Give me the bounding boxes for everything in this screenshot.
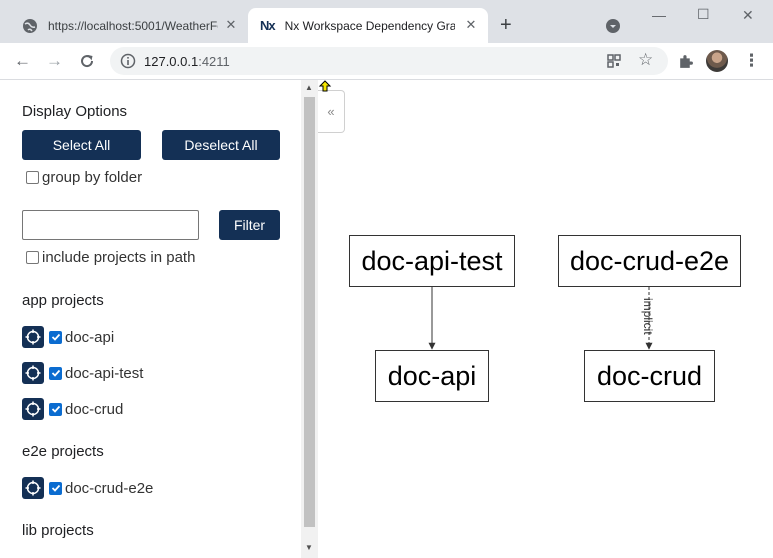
- project-checkbox[interactable]: [49, 330, 62, 344]
- group-by-folder-checkbox[interactable]: [26, 171, 39, 184]
- focus-project-icon[interactable]: [22, 362, 44, 384]
- scroll-up-icon[interactable]: ▲: [305, 83, 313, 92]
- filter-button[interactable]: Filter: [219, 210, 280, 240]
- project-checkbox[interactable]: [49, 366, 62, 380]
- url-port: :4211: [198, 54, 230, 69]
- site-info-icon[interactable]: [120, 53, 136, 69]
- node-doc-api[interactable]: doc-api: [375, 350, 489, 402]
- avatar[interactable]: [706, 50, 728, 72]
- project-label: doc-api: [65, 328, 115, 346]
- focus-project-icon[interactable]: [22, 398, 44, 420]
- include-path-checkbox[interactable]: [26, 251, 39, 264]
- back-icon[interactable]: ←: [14, 51, 31, 71]
- lib-projects-heading: lib projects: [22, 522, 94, 539]
- project-row: doc-api: [22, 326, 114, 348]
- mouse-cursor-icon: [318, 80, 332, 92]
- graph-edges: [428, 287, 653, 350]
- browser-toolbar: ← → 127.0.0.1:4211 ☆ ⋮: [0, 43, 773, 80]
- browser-window: https://localhost:5001/WeatherFo ✕ Nx Nx…: [0, 0, 773, 558]
- extensions-icon[interactable]: [677, 53, 694, 70]
- filter-input[interactable]: [22, 210, 199, 240]
- focus-project-icon[interactable]: [22, 326, 44, 348]
- bookmark-star-icon[interactable]: ☆: [638, 50, 654, 69]
- project-label: doc-api-test: [65, 364, 144, 382]
- project-row: doc-crud: [22, 398, 123, 420]
- url-host: 127.0.0.1: [144, 54, 199, 69]
- project-checkbox[interactable]: [49, 402, 62, 416]
- project-row: doc-api-test: [22, 362, 143, 384]
- close-tab-icon[interactable]: ✕: [464, 18, 478, 32]
- node-doc-crud-e2e[interactable]: doc-crud-e2e: [558, 235, 741, 287]
- project-checkbox[interactable]: [49, 481, 62, 495]
- tab-title: https://localhost:5001/WeatherFo: [48, 18, 218, 33]
- tab-search-icon[interactable]: [605, 18, 621, 34]
- reload-icon[interactable]: [79, 53, 95, 69]
- tab-nx-graph[interactable]: Nx Nx Workspace Dependency Grap ✕: [248, 8, 488, 43]
- display-options-title: Display Options: [22, 103, 128, 120]
- new-tab-icon[interactable]: +: [500, 15, 512, 35]
- project-label: doc-crud: [65, 400, 124, 418]
- project-label: doc-crud-e2e: [65, 479, 154, 497]
- address-bar[interactable]: 127.0.0.1:4211 ☆: [110, 47, 668, 75]
- maximize-icon[interactable]: ☐: [697, 6, 710, 23]
- url-text[interactable]: 127.0.0.1:4211: [144, 54, 230, 69]
- group-by-folder-label: group by folder: [42, 169, 143, 186]
- window-close-icon[interactable]: ✕: [742, 7, 754, 24]
- select-all-button[interactable]: Select All: [22, 130, 141, 160]
- node-doc-crud[interactable]: doc-crud: [584, 350, 715, 402]
- scroll-thumb[interactable]: [304, 97, 315, 527]
- e2e-projects-heading: e2e projects: [22, 443, 104, 460]
- sidebar: Display Options Select All Deselect All …: [0, 80, 318, 558]
- globe-icon: [23, 18, 37, 33]
- minimize-icon[interactable]: —: [652, 7, 666, 23]
- deselect-all-button[interactable]: Deselect All: [162, 130, 280, 160]
- tab-weather[interactable]: https://localhost:5001/WeatherFo ✕: [8, 8, 248, 43]
- tab-strip: https://localhost:5001/WeatherFo ✕ Nx Nx…: [0, 0, 773, 43]
- include-path-label: include projects in path: [42, 249, 196, 266]
- nx-logo-icon: Nx: [260, 18, 276, 33]
- include-path-option[interactable]: include projects in path: [26, 249, 195, 266]
- project-row: doc-crud-e2e: [22, 477, 153, 499]
- sidebar-scrollbar[interactable]: ▲ ▼: [301, 80, 318, 558]
- app-projects-heading: app projects: [22, 292, 104, 309]
- qr-code-icon[interactable]: [606, 53, 622, 69]
- group-by-folder-option[interactable]: group by folder: [26, 169, 142, 186]
- close-tab-icon[interactable]: ✕: [224, 18, 238, 32]
- scroll-down-icon[interactable]: ▼: [305, 543, 313, 552]
- forward-icon[interactable]: →: [46, 51, 63, 71]
- dependency-graph[interactable]: « implicit doc-api-test doc-crud-e2e doc…: [318, 80, 773, 558]
- node-doc-api-test[interactable]: doc-api-test: [349, 235, 515, 287]
- focus-project-icon[interactable]: [22, 477, 44, 499]
- edge-label-implicit: implicit: [641, 298, 655, 335]
- tab-title: Nx Workspace Dependency Grap: [284, 18, 455, 33]
- browser-menu-icon[interactable]: ⋮: [743, 51, 760, 71]
